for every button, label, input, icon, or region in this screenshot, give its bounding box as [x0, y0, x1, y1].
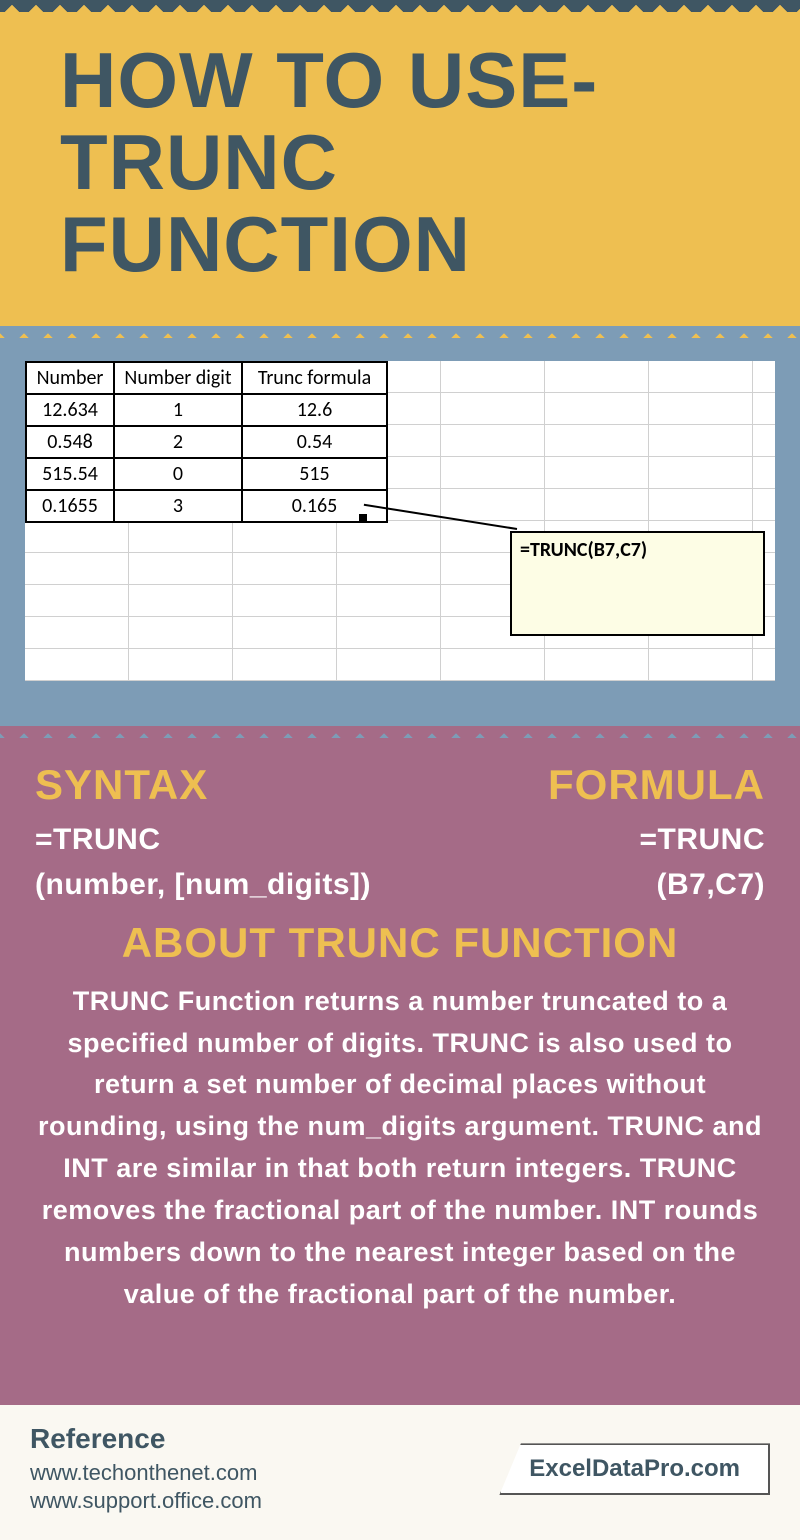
formula-callout: =TRUNC(B7,C7) — [510, 531, 765, 636]
syntax-label: SYNTAX — [35, 761, 371, 809]
reference-link-2: www.support.office.com — [30, 1487, 262, 1516]
footer-section: Reference www.techonthenet.com www.suppo… — [0, 1405, 800, 1540]
reference-heading: Reference — [30, 1423, 262, 1455]
formula-code-line1: =TRUNC — [548, 817, 765, 862]
zigzag-decoration — [0, 326, 800, 338]
spreadsheet-section: Number Number digit Trunc formula 12.634… — [0, 326, 800, 726]
description-section: SYNTAX =TRUNC (number, [num_digits]) FOR… — [0, 726, 800, 1405]
table-row: 0.548 2 0.54 — [26, 426, 387, 458]
spreadsheet-screenshot: Number Number digit Trunc formula 12.634… — [25, 361, 775, 681]
formula-label: FORMULA — [548, 761, 765, 809]
table-row: 0.1655 3 0.165 — [26, 490, 387, 522]
syntax-code-line2: (number, [num_digits]) — [35, 862, 371, 907]
syntax-block: SYNTAX =TRUNC (number, [num_digits]) — [35, 761, 371, 907]
reference-block: Reference www.techonthenet.com www.suppo… — [30, 1423, 262, 1516]
table-row: 515.54 0 515 — [26, 458, 387, 490]
about-heading: ABOUT TRUNC FUNCTION — [35, 919, 765, 967]
zigzag-top-decoration — [0, 0, 800, 12]
syntax-code-line1: =TRUNC — [35, 817, 371, 862]
brand-tag: ExcelDataPro.com — [499, 1443, 770, 1495]
zigzag-decoration — [0, 726, 800, 738]
col-digit: Number digit — [114, 362, 242, 394]
about-description: TRUNC Function returns a number truncate… — [35, 981, 765, 1316]
callout-anchor-dot — [359, 514, 367, 522]
formula-code-line2: (B7,C7) — [548, 862, 765, 907]
col-formula: Trunc formula — [242, 362, 387, 394]
formula-block: FORMULA =TRUNC (B7,C7) — [548, 761, 765, 907]
col-number: Number — [26, 362, 114, 394]
example-table: Number Number digit Trunc formula 12.634… — [25, 361, 388, 523]
syntax-formula-row: SYNTAX =TRUNC (number, [num_digits]) FOR… — [35, 761, 765, 907]
table-header-row: Number Number digit Trunc formula — [26, 362, 387, 394]
header-section: HOW TO USE- TRUNC FUNCTION — [0, 0, 800, 326]
page-title: HOW TO USE- TRUNC FUNCTION — [60, 40, 740, 286]
reference-link-1: www.techonthenet.com — [30, 1459, 262, 1488]
infographic-page: HOW TO USE- TRUNC FUNCTION Number Number… — [0, 0, 800, 1540]
table-row: 12.634 1 12.6 — [26, 394, 387, 426]
